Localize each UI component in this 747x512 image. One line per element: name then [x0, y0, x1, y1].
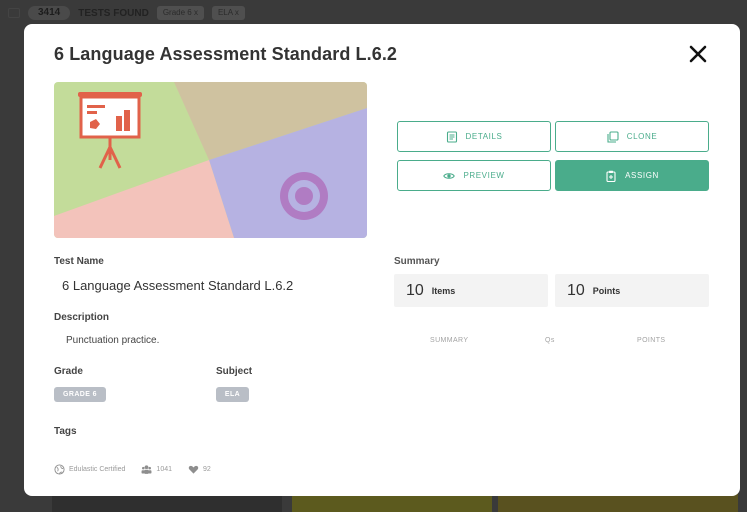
- users-icon: [141, 464, 152, 475]
- preview-button-label: PREVIEW: [463, 171, 505, 180]
- globe-icon: [54, 464, 65, 475]
- target-icon: [280, 172, 328, 220]
- items-unit: Items: [431, 285, 456, 296]
- eye-icon: [443, 170, 456, 182]
- grade-tag: GRADE 6: [54, 387, 106, 402]
- heart-icon[interactable]: [188, 464, 199, 475]
- filter-chip-grade: Grade 6 x: [156, 6, 204, 20]
- points-column-header: POINTS: [637, 337, 666, 344]
- certified-label: Edulastic Certified: [69, 466, 126, 473]
- test-name-label: Test Name: [54, 256, 104, 267]
- filter-chip-subject: ELA x: [211, 6, 245, 20]
- questions-column-header: Qs: [545, 337, 555, 344]
- test-thumbnail: [54, 82, 367, 238]
- close-icon: [689, 45, 707, 63]
- background-results-bar: 3414 TESTS FOUND Grade 6 x ELA x: [0, 0, 747, 26]
- description-value: Punctuation practice.: [66, 335, 160, 346]
- modal-title: 6 Language Assessment Standard L.6.2: [54, 44, 398, 64]
- details-button[interactable]: DETAILS: [397, 121, 551, 152]
- test-meta-footer: Edulastic Certified 1041 92: [54, 464, 211, 475]
- results-found-label: TESTS FOUND: [78, 7, 149, 19]
- grade-label: Grade: [54, 366, 83, 377]
- description-label: Description: [54, 312, 110, 323]
- points-count: 10: [567, 281, 585, 299]
- summary-column-header: SUMMARY: [430, 337, 469, 344]
- clone-button[interactable]: CLONE: [555, 121, 709, 152]
- document-icon: [446, 130, 458, 143]
- assign-button[interactable]: ASSIGN: [555, 160, 709, 191]
- points-unit: Points: [592, 285, 621, 296]
- points-summary-box: 10 Points: [555, 274, 709, 307]
- test-preview-modal: 6 Language Assessment Standard L.6.2 DET…: [24, 24, 740, 496]
- results-count-badge: 3414: [28, 6, 71, 20]
- copy-icon: [607, 130, 619, 143]
- tags-label: Tags: [54, 426, 77, 437]
- usage-count: 1041: [156, 466, 172, 473]
- test-name-value: 6 Language Assessment Standard L.6.2: [62, 278, 294, 293]
- clone-button-label: CLONE: [626, 132, 658, 141]
- likes-count: 92: [203, 466, 211, 473]
- details-button-label: DETAILS: [465, 132, 503, 141]
- summary-label: Summary: [394, 256, 440, 267]
- clipboard-icon: [605, 170, 617, 182]
- subject-tag: ELA: [216, 387, 249, 402]
- assign-button-label: ASSIGN: [625, 171, 659, 180]
- subject-label: Subject: [216, 366, 253, 377]
- collapse-icon: [8, 8, 20, 18]
- items-count: 10: [406, 281, 424, 299]
- close-button[interactable]: [684, 40, 712, 68]
- preview-button[interactable]: PREVIEW: [397, 160, 551, 191]
- items-summary-box: 10 Items: [394, 274, 548, 307]
